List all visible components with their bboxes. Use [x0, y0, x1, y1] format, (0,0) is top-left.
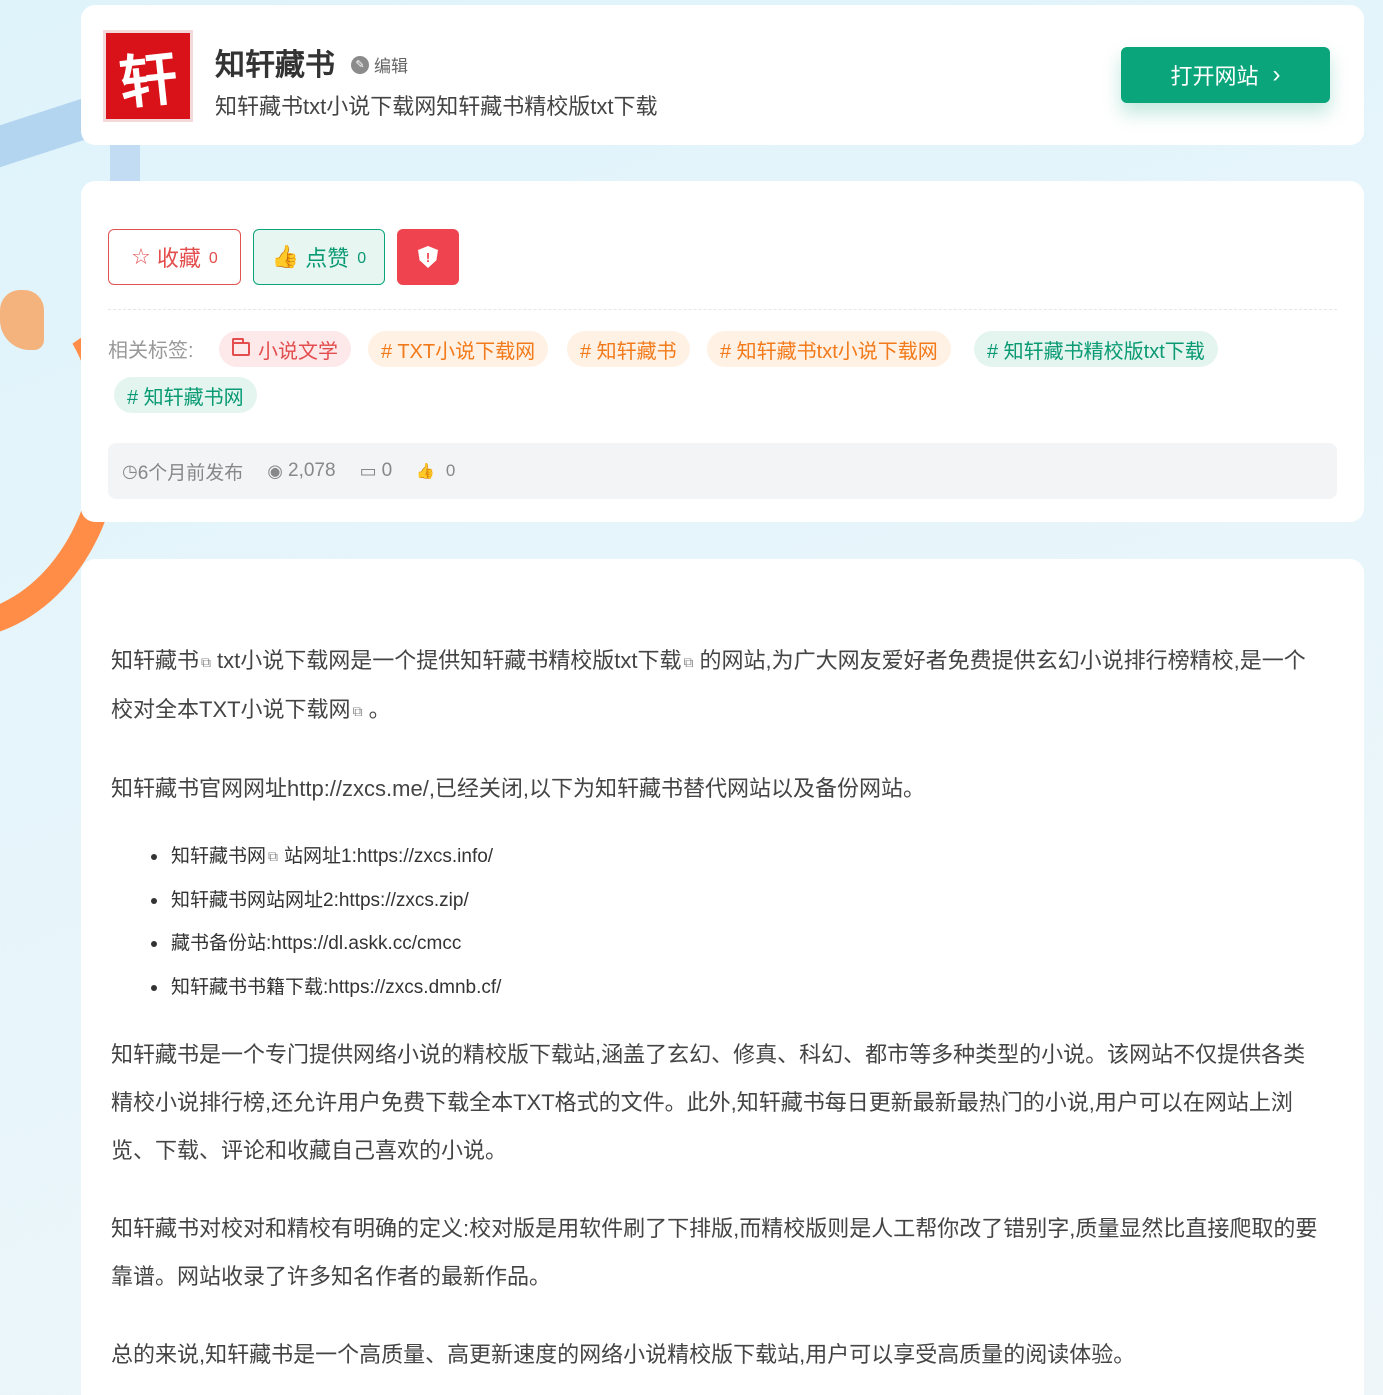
tag-label: 小说文学: [258, 340, 338, 363]
paragraph-intro: 知轩藏书 ⧉ txt小说下载网是一个提供知轩藏书精校版txt下载 ⧉ 的网站,为广大网友…: [111, 637, 1326, 735]
published-text: 6个月前发布: [137, 462, 244, 484]
tag-item[interactable]: # 知轩藏书txt小说下载网: [707, 331, 951, 367]
list-item: 知轩藏书网 ⧉ 站网址1:https://zxcs.info/: [151, 835, 1326, 879]
tag-category[interactable]: 小说文学: [219, 331, 351, 367]
list-item: 知轩藏书网站网址2:https://zxcs.zip/: [151, 879, 1326, 923]
favorite-button[interactable]: ☆ 收藏 0: [108, 229, 241, 285]
mirror-list: 知轩藏书网 ⧉ 站网址1:https://zxcs.info/ 知轩藏书网站网址2:…: [151, 835, 1326, 1009]
tag-item[interactable]: # 知轩藏书: [567, 331, 690, 367]
likes-count: 0: [445, 461, 456, 480]
comment-icon: ▭: [359, 460, 377, 481]
thumbs-up-icon: 👍: [271, 244, 300, 269]
list-item: 知轩藏书书籍下载:https://zxcs.dmnb.cf/: [151, 966, 1326, 1010]
external-link-icon: ⧉: [683, 654, 694, 670]
folder-icon: [232, 338, 250, 356]
article-card: 知轩藏书 ⧉ txt小说下载网是一个提供知轩藏书精校版txt下载 ⧉ 的网站,为广大网友…: [81, 559, 1364, 1395]
eye-icon: ◉: [267, 460, 284, 481]
like-count: 0: [357, 250, 367, 267]
divider: [108, 309, 1337, 310]
thumbs-up-icon: 👍: [416, 463, 435, 480]
list-item: 藏书备份站:https://dl.askk.cc/cmcc: [151, 922, 1326, 966]
site-title: 知轩藏书: [215, 49, 335, 82]
paragraph-official: 知轩藏书官网网址http://zxcs.me/,已经关闭,以下为知轩藏书替代网站…: [111, 776, 926, 801]
like-button[interactable]: 👍 点赞 0: [253, 229, 385, 285]
clock-icon: ◷: [122, 460, 138, 481]
pencil-icon: ✎: [351, 55, 369, 74]
like-label: 点赞: [305, 246, 350, 271]
logo-char: 轩: [116, 44, 181, 118]
external-link-icon: ⧉: [352, 703, 363, 719]
favorite-count: 0: [208, 250, 218, 267]
star-icon: ☆: [131, 244, 151, 269]
site-description: 知轩藏书txt小说下载网知轩藏书精校版txt下载: [215, 94, 658, 119]
tags-label: 相关标签:: [108, 340, 194, 362]
likes-stat: 👍 0: [416, 461, 455, 481]
views-stat: ◉ 2,078: [267, 460, 335, 482]
views-count: 2,078: [288, 460, 336, 481]
paragraph-about: 知轩藏书是一个专门提供网络小说的精校版下载站,涵盖了玄幻、修真、科幻、都市等多种…: [111, 1042, 1306, 1163]
open-website-label: 打开网站: [1170, 64, 1259, 89]
tag-item[interactable]: # 知轩藏书精校版txt下载: [974, 331, 1218, 367]
article-content: 知轩藏书 ⧉ txt小说下载网是一个提供知轩藏书精校版txt下载 ⧉ 的网站,为广大网友…: [111, 637, 1326, 1395]
tag-item[interactable]: # TXT小说下载网: [368, 331, 549, 367]
report-button[interactable]: !: [397, 229, 459, 285]
external-link-icon: ⧉: [268, 848, 279, 864]
favorite-label: 收藏: [156, 246, 201, 271]
site-meta-card: ☆ 收藏 0 👍 点赞 0 ! 相关标签: 小说文学 # TXT小说下载网 # …: [81, 181, 1364, 522]
open-website-button[interactable]: 打开网站 ›: [1121, 47, 1330, 103]
published-stat: ◷ 6个月前发布: [122, 458, 243, 485]
site-header-card: 轩 知轩藏书 ✎ 编辑 知轩藏书txt小说下载网知轩藏书精校版txt下载 打开网…: [81, 5, 1364, 145]
link-zxcs[interactable]: 知轩藏书: [111, 648, 199, 673]
paragraph-summary: 总的来说,知轩藏书是一个高质量、高更新速度的网络小说精校版下载站,用户可以享受高…: [111, 1342, 1136, 1367]
comments-stat: ▭ 0: [360, 460, 393, 482]
text: 站网址1:https://zxcs.info/: [284, 846, 494, 867]
text: 。: [368, 697, 391, 722]
edit-link[interactable]: ✎ 编辑: [351, 52, 408, 77]
external-link-icon: ⧉: [201, 654, 212, 670]
text: txt小说下载网是一个提供知轩藏书精校版txt下载: [217, 648, 682, 673]
link-zxcs-net[interactable]: 知轩藏书网: [171, 846, 266, 867]
tag-item[interactable]: # 知轩藏书网: [114, 377, 257, 413]
chevron-right-icon: ›: [1272, 61, 1281, 88]
site-logo: 轩: [103, 30, 193, 122]
shield-icon: !: [418, 246, 438, 268]
edit-label: 编辑: [374, 57, 408, 76]
paragraph-definition: 知轩藏书对校对和精校有明确的定义:校对版是用软件刷了下排版,而精校版则是人工帮你…: [111, 1216, 1318, 1289]
comments-count: 0: [381, 460, 393, 481]
stats-bar: ◷ 6个月前发布 ◉ 2,078 ▭ 0 👍 0: [108, 443, 1337, 499]
